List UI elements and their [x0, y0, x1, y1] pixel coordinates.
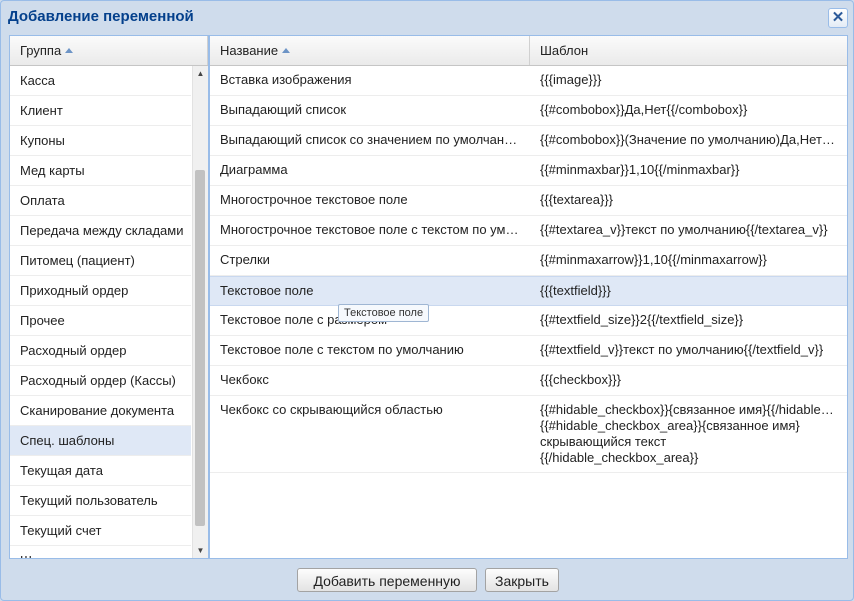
variable-template-cell: {{{textfield}}}: [540, 283, 611, 298]
variable-template-cell: {{#combobox}}Да,Нет{{/combobox}}: [540, 102, 748, 117]
dialog-titlebar[interactable]: Добавление переменной ✕: [1, 1, 853, 33]
group-row-label: Расходный ордер: [20, 343, 127, 358]
column-header-group[interactable]: Группа: [10, 36, 208, 65]
variable-name-cell: Вставка изображения: [220, 72, 352, 87]
variable-row[interactable]: Текстовое поле с текстом по умолчанию {{#…: [210, 336, 847, 366]
variable-row[interactable]: Выпадающий список {{#combobox}}Да,Нет{{/c…: [210, 96, 847, 126]
variable-name-cell: Стрелки: [220, 252, 270, 267]
group-row[interactable]: Спец. шаблоны: [10, 426, 191, 456]
group-row[interactable]: Питомец (пациент): [10, 246, 191, 276]
sort-asc-icon: [65, 48, 74, 54]
group-row-label: Приходный ордер: [20, 283, 129, 298]
variable-template-cell: {{{checkbox}}}: [540, 372, 621, 387]
scrollbar-thumb[interactable]: [195, 170, 205, 526]
column-header-group-label: Группа: [20, 43, 62, 58]
variable-row[interactable]: Диаграмма {{#minmaxbar}}1,10{{/minmaxbar}…: [210, 156, 847, 186]
group-row-label: Клиент: [20, 103, 63, 118]
variable-template-cell: {{#textarea_v}}текст по умолчанию{{/text…: [540, 222, 828, 237]
group-row[interactable]: Сканирование документа: [10, 396, 191, 426]
variable-template-cell: {{#minmaxbar}}1,10{{/minmaxbar}}: [540, 162, 740, 177]
group-list-scrollbar[interactable]: ▲ ▼: [192, 66, 208, 558]
group-row-label: Питомец (пациент): [20, 253, 135, 268]
variable-row[interactable]: Многострочное текстовое поле {{{textarea}…: [210, 186, 847, 216]
template-line: {{#hidable_checkbox}}{связанное имя}{{/h…: [540, 402, 836, 417]
scroll-up-icon[interactable]: ▲: [193, 66, 208, 81]
scroll-down-icon[interactable]: ▼: [193, 543, 208, 558]
group-row-label: Касса: [20, 73, 56, 88]
group-row[interactable]: Расходный ордер (Кассы): [10, 366, 191, 396]
group-grid-header: Группа: [10, 36, 208, 66]
group-row[interactable]: Текущая дата: [10, 456, 191, 486]
variable-template-cell: {{#hidable_checkbox}}{связанное имя}{{/h…: [530, 396, 846, 472]
column-header-name[interactable]: Название: [210, 36, 530, 65]
variable-name-cell: Диаграмма: [220, 162, 288, 177]
template-line: {{/hidable_checkbox_area}}: [540, 450, 699, 465]
group-row-label: Спец. шаблоны: [20, 433, 115, 448]
variable-template-cell: {{#textfield_size}}2{{/textfield_size}}: [540, 312, 744, 327]
variable-list: Вставка изображения {{{image}}} Выпадающий…: [210, 66, 847, 558]
variable-row[interactable]: Чекбокс {{{checkbox}}}: [210, 366, 847, 396]
variable-row[interactable]: Многострочное текстовое поле с текстом п…: [210, 216, 847, 246]
variable-grid: Название Шаблон Вставка изображения {{{im…: [209, 35, 848, 559]
group-row[interactable]: Штрихкоды: [10, 546, 191, 558]
group-row[interactable]: Касса: [10, 66, 191, 96]
column-header-template-label: Шаблон: [540, 43, 589, 58]
variable-name-cell: Многострочное текстовое поле с текстом п…: [220, 222, 530, 237]
group-row[interactable]: Оплата: [10, 186, 191, 216]
group-row[interactable]: Расходный ордер: [10, 336, 191, 366]
group-row-label: Сканирование документа: [20, 403, 175, 418]
group-row[interactable]: Мед карты: [10, 156, 191, 186]
group-row-label: Оплата: [20, 193, 65, 208]
dialog-title: Добавление переменной: [8, 8, 194, 25]
variable-template-cell: {{#combobox}}(Значение по умолчанию)Да,Н…: [540, 132, 846, 147]
variable-row[interactable]: Выпадающий список со значением по умолча…: [210, 126, 847, 156]
template-line: {{#hidable_checkbox_area}}{связанное имя…: [540, 418, 800, 433]
group-row[interactable]: Прочее: [10, 306, 191, 336]
group-row-label: Штрихкоды: [20, 553, 89, 558]
variable-name-cell: Чекбокс со скрывающийся областью: [220, 402, 443, 417]
add-variable-dialog: Добавление переменной ✕ Группа Касса Клие…: [0, 0, 854, 601]
sort-asc-icon: [282, 48, 291, 54]
template-line: скрывающийся текст: [540, 434, 667, 449]
group-row[interactable]: Клиент: [10, 96, 191, 126]
variable-template-cell: {{#textfield_v}}текст по умолчанию{{/tex…: [540, 342, 824, 357]
group-row-label: Передача между складами: [20, 223, 184, 238]
group-row[interactable]: Приходный ордер: [10, 276, 191, 306]
group-list: Касса Клиент Купоны Мед карты Оплата Передача…: [10, 66, 208, 558]
group-row-label: Текущий пользователь: [20, 493, 158, 508]
group-grid: Группа Касса Клиент Купоны Мед карты Оплата П…: [9, 35, 209, 559]
row-tooltip: Текстовое поле: [338, 304, 430, 322]
variable-row[interactable]: Текстовое поле с размером {{#textfield_si…: [210, 306, 847, 336]
group-row[interactable]: Текущий пользователь: [10, 486, 191, 516]
column-header-template[interactable]: Шаблон: [530, 36, 847, 65]
variable-template-cell: {{{textarea}}}: [540, 192, 614, 207]
group-row[interactable]: Купоны: [10, 126, 191, 156]
variable-row[interactable]: Стрелки {{#minmaxarrow}}1,10{{/minmaxarro…: [210, 246, 847, 276]
variable-name-cell: Чекбокс: [220, 372, 269, 387]
variable-template-cell: {{#minmaxarrow}}1,10{{/minmaxarrow}}: [540, 252, 767, 267]
close-button[interactable]: Закрыть: [485, 568, 559, 592]
group-row-label: Мед карты: [20, 163, 85, 178]
group-row-label: Текущий счет: [20, 523, 102, 538]
variable-name-cell: Выпадающий список: [220, 102, 347, 117]
group-row-label: Текущая дата: [20, 463, 103, 478]
column-header-name-label: Название: [220, 43, 279, 58]
variable-name-cell: Многострочное текстовое поле: [220, 192, 408, 207]
variable-name-cell: Текстовое поле: [220, 283, 314, 298]
add-variable-button[interactable]: Добавить переменную: [297, 568, 477, 592]
group-row[interactable]: Передача между складами: [10, 216, 191, 246]
variable-row[interactable]: Чекбокс со скрывающийся областью {{#hidab…: [210, 396, 847, 473]
group-row[interactable]: Текущий счет: [10, 516, 191, 546]
variable-row[interactable]: Вставка изображения {{{image}}}: [210, 66, 847, 96]
variable-row[interactable]: Текстовое поле {{{textfield}}}: [210, 276, 847, 306]
variable-name-cell: Выпадающий список со значением по умолча…: [220, 132, 522, 147]
group-row-label: Прочее: [20, 313, 65, 328]
variable-grid-header: Название Шаблон: [210, 36, 847, 66]
close-icon[interactable]: ✕: [828, 8, 848, 28]
variable-template-cell: {{{image}}}: [540, 72, 602, 87]
variable-name-cell: Текстовое поле с текстом по умолчанию: [220, 342, 464, 357]
group-row-label: Купоны: [20, 133, 65, 148]
group-row-label: Расходный ордер (Кассы): [20, 373, 176, 388]
